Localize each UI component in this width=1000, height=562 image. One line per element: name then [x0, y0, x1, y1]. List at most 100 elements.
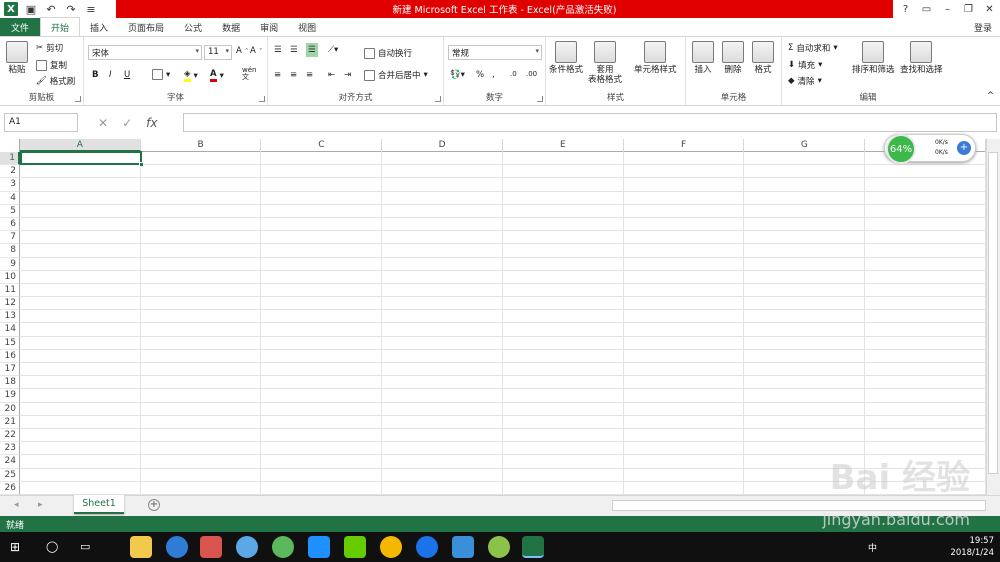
- cell[interactable]: [261, 310, 383, 324]
- tab-data[interactable]: 数据: [212, 18, 250, 36]
- cell[interactable]: [623, 363, 745, 377]
- border-button[interactable]: ▾: [152, 69, 170, 80]
- cell[interactable]: [19, 363, 141, 377]
- cell[interactable]: [744, 231, 866, 245]
- cell[interactable]: [382, 323, 503, 337]
- cell[interactable]: [19, 442, 141, 456]
- comma-button[interactable]: ,: [492, 70, 495, 80]
- cell[interactable]: [623, 468, 745, 482]
- cell[interactable]: [623, 178, 745, 192]
- cell[interactable]: [382, 191, 503, 205]
- cell[interactable]: [19, 376, 141, 390]
- cell[interactable]: [261, 165, 383, 179]
- cell[interactable]: [19, 191, 141, 205]
- browser-icon[interactable]: [166, 536, 188, 558]
- cell[interactable]: [623, 455, 745, 469]
- cell[interactable]: [261, 217, 383, 232]
- align-left-button[interactable]: ≡: [274, 70, 281, 80]
- cell[interactable]: [140, 376, 262, 390]
- cell[interactable]: [382, 376, 503, 390]
- cell[interactable]: [19, 217, 141, 232]
- cell[interactable]: [502, 297, 624, 311]
- cell[interactable]: [382, 481, 503, 495]
- top-align-button[interactable]: ☰: [274, 45, 282, 55]
- font-size-select[interactable]: 11: [204, 45, 232, 60]
- cell[interactable]: [382, 257, 503, 271]
- formula-input[interactable]: [183, 113, 997, 132]
- cell[interactable]: [502, 191, 624, 205]
- cell[interactable]: [865, 428, 986, 443]
- cell[interactable]: [261, 270, 383, 284]
- bold-button[interactable]: B: [92, 70, 98, 80]
- cell[interactable]: [744, 178, 866, 192]
- cell[interactable]: [865, 165, 986, 179]
- delete-cells-button[interactable]: 删除: [722, 41, 744, 75]
- grow-font-button[interactable]: Aˆ: [236, 46, 248, 56]
- cell[interactable]: [140, 191, 262, 205]
- cell[interactable]: [744, 376, 866, 390]
- cell[interactable]: [865, 204, 986, 218]
- font-name-select[interactable]: 宋体: [88, 45, 202, 60]
- row-header[interactable]: 18: [0, 376, 20, 390]
- currency-button[interactable]: 💱▾: [450, 70, 465, 80]
- cell[interactable]: [382, 178, 503, 192]
- row-header[interactable]: 1: [0, 152, 20, 166]
- insert-function-icon[interactable]: fx: [146, 116, 157, 130]
- app-icon-4[interactable]: [236, 536, 258, 558]
- cell[interactable]: [140, 455, 262, 469]
- font-color-button[interactable]: A ▾: [210, 69, 224, 82]
- cell[interactable]: [382, 389, 503, 403]
- cell[interactable]: [140, 310, 262, 324]
- cell[interactable]: [744, 283, 866, 298]
- cell[interactable]: [865, 178, 986, 192]
- conditional-format-button[interactable]: 条件格式: [549, 41, 583, 75]
- autosum-button[interactable]: Σ 自动求和 ▾: [788, 42, 838, 54]
- cell[interactable]: [19, 244, 141, 258]
- cell[interactable]: [502, 442, 624, 456]
- decrease-indent-button[interactable]: ⇤: [328, 70, 335, 80]
- cell[interactable]: [502, 310, 624, 324]
- save-icon[interactable]: ▣: [24, 2, 38, 16]
- ribbon-display-icon[interactable]: ▭: [916, 0, 937, 18]
- cell[interactable]: [382, 231, 503, 245]
- cell[interactable]: [502, 349, 624, 363]
- cell[interactable]: [261, 481, 383, 495]
- cell[interactable]: [502, 178, 624, 192]
- app-icon-3[interactable]: [200, 536, 222, 558]
- cell[interactable]: [623, 283, 745, 298]
- app-icon-11[interactable]: [488, 536, 510, 558]
- cell[interactable]: [744, 152, 866, 166]
- cell[interactable]: [502, 283, 624, 298]
- shrink-font-button[interactable]: Aˇ: [250, 46, 262, 56]
- row-header[interactable]: 22: [0, 428, 20, 443]
- format-cells-button[interactable]: 格式: [752, 41, 774, 75]
- column-header[interactable]: C: [261, 139, 383, 152]
- clear-button[interactable]: ◆ 清除 ▾: [788, 75, 822, 87]
- app-icon-8[interactable]: [380, 536, 402, 558]
- tab-formulas[interactable]: 公式: [174, 18, 212, 36]
- row-header[interactable]: 7: [0, 231, 20, 245]
- cell[interactable]: [382, 204, 503, 218]
- cell[interactable]: [382, 415, 503, 429]
- cell[interactable]: [261, 178, 383, 192]
- cell[interactable]: [261, 376, 383, 390]
- iqiyi-icon[interactable]: [344, 536, 366, 558]
- cell[interactable]: [865, 349, 986, 363]
- cell[interactable]: [19, 270, 141, 284]
- cell[interactable]: [19, 297, 141, 311]
- cell[interactable]: [19, 468, 141, 482]
- cell[interactable]: [19, 415, 141, 429]
- row-header[interactable]: 2: [0, 165, 20, 179]
- sort-filter-button[interactable]: 排序和筛选: [852, 41, 895, 75]
- cell[interactable]: [502, 244, 624, 258]
- cell[interactable]: [865, 310, 986, 324]
- cell[interactable]: [744, 415, 866, 429]
- cell[interactable]: [744, 217, 866, 232]
- cell[interactable]: [261, 297, 383, 311]
- cell[interactable]: [261, 204, 383, 218]
- cell[interactable]: [261, 231, 383, 245]
- cell[interactable]: [623, 204, 745, 218]
- cell[interactable]: [865, 191, 986, 205]
- cell[interactable]: [261, 402, 383, 416]
- tab-insert[interactable]: 插入: [80, 18, 118, 36]
